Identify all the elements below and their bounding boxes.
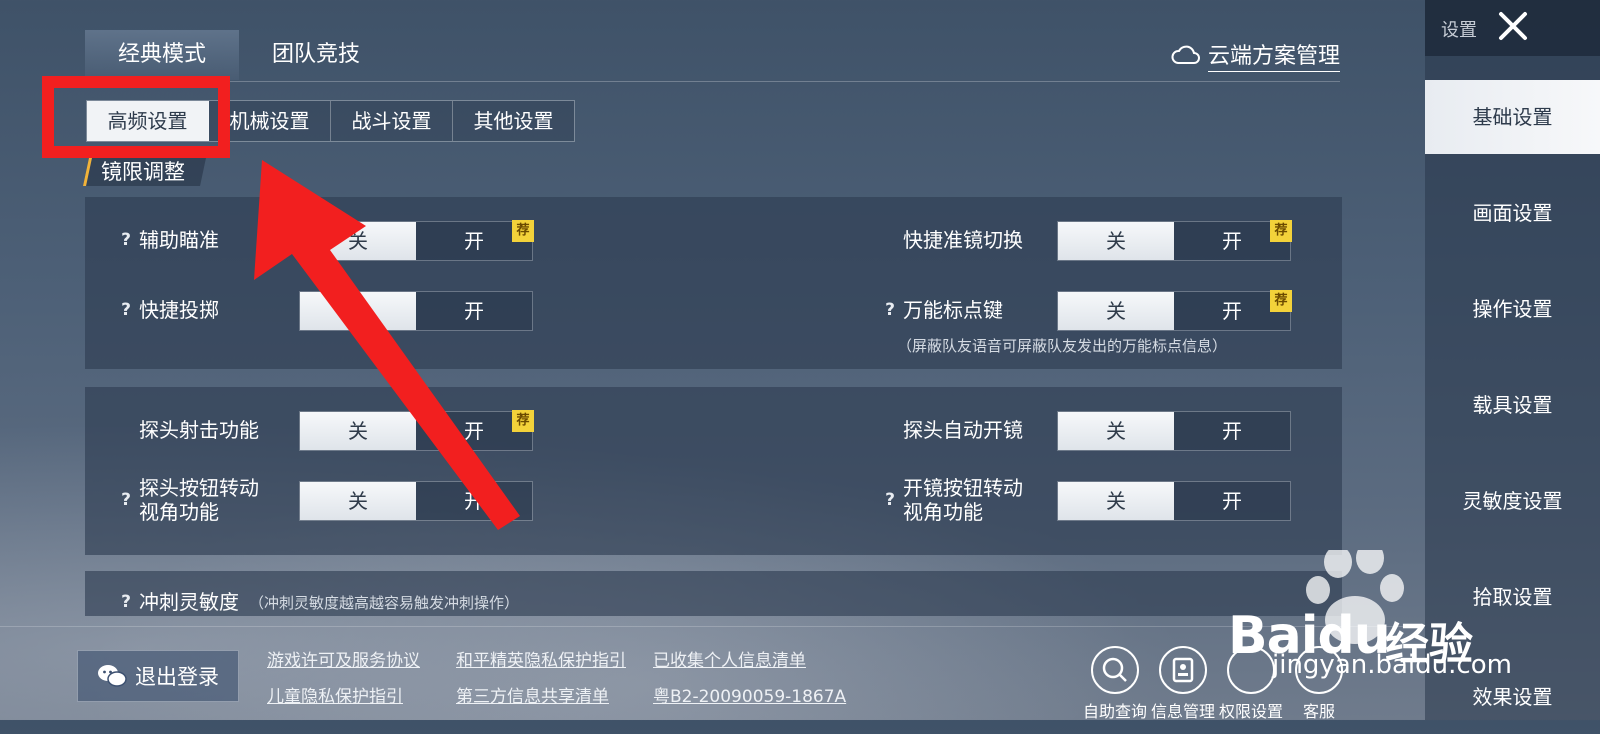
- annotation-arrow-icon: [254, 160, 520, 530]
